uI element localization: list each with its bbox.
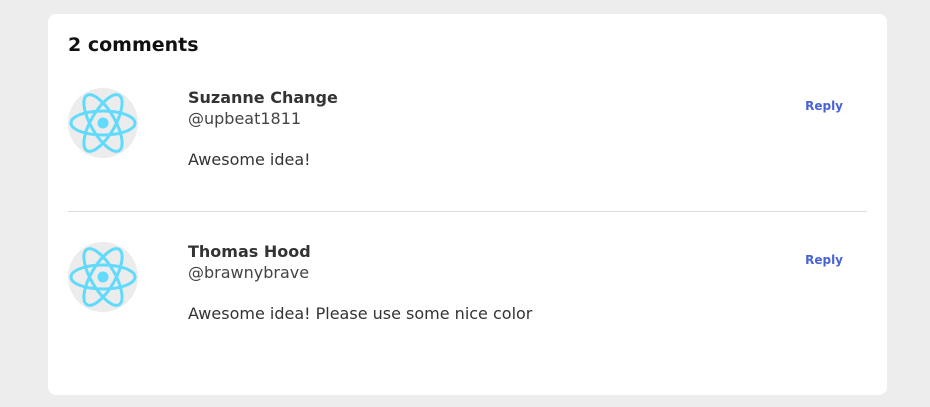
comment-author-handle: @upbeat1811 bbox=[188, 109, 302, 128]
reply-button[interactable]: Reply bbox=[805, 253, 843, 267]
react-logo-icon bbox=[69, 93, 137, 153]
comment-divider bbox=[68, 211, 867, 212]
comment-text: Awesome idea! Please use some nice color bbox=[188, 304, 533, 323]
comments-card: 2 comments Suzanne Change @upbeat1811 Aw… bbox=[48, 14, 887, 395]
react-logo-icon bbox=[69, 247, 137, 307]
comment-item: Suzanne Change @upbeat1811 Awesome idea!… bbox=[68, 86, 867, 196]
reply-button[interactable]: Reply bbox=[805, 99, 843, 113]
comment-text: Awesome idea! bbox=[188, 150, 311, 169]
comment-author-name: Suzanne Change bbox=[188, 88, 338, 107]
comment-author-handle: @brawnybrave bbox=[188, 263, 310, 282]
comment-item: Thomas Hood @brawnybrave Awesome idea! P… bbox=[68, 240, 867, 350]
avatar bbox=[68, 242, 138, 312]
comment-author-name: Thomas Hood bbox=[188, 242, 311, 261]
comments-count-heading: 2 comments bbox=[68, 34, 199, 56]
avatar bbox=[68, 88, 138, 158]
